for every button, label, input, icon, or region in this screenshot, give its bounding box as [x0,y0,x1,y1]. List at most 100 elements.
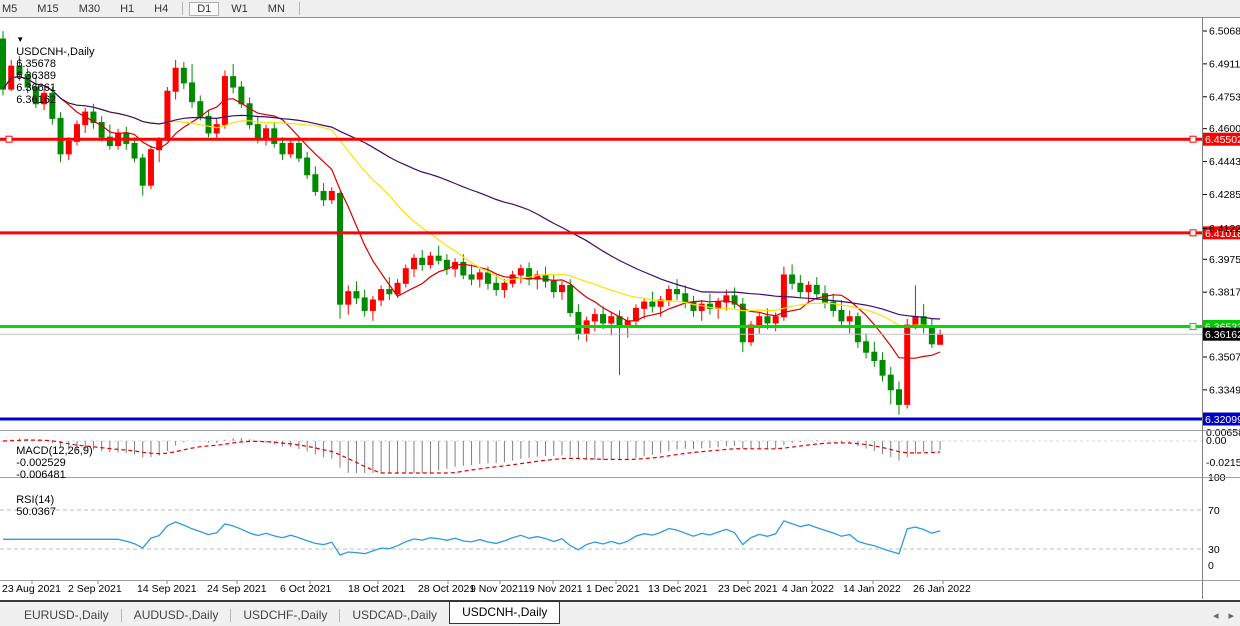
ohlc-low: 6.36661 [16,82,56,94]
candle-body [420,258,425,264]
price-tick-label: 6.38175 [1209,287,1240,299]
candle-body [379,290,384,300]
chart-title: ▼ USDCNH-,Daily 6.35678 6.36389 6.36661 … [4,22,94,118]
chart-canvas[interactable]: 6.455026.410186.365336.361626.320996.506… [0,0,1240,626]
timeframe-button-m5[interactable]: M5 [0,2,25,16]
timeframe-button-h4[interactable]: H4 [146,2,176,16]
candle-body [814,285,819,293]
timeframe-toolbar: M5 M15 M30 H1 H4 D1 W1 MN [0,0,1240,18]
tab-scroll-right-icon[interactable]: ▸ [1228,609,1234,622]
price-tick-label: 6.33495 [1209,384,1240,396]
candle-body [181,68,186,83]
candle-body [790,275,795,283]
candle-body [592,315,597,321]
candle-body [280,143,285,153]
ohlc-high: 6.36389 [16,70,56,82]
timeframe-button-mn[interactable]: MN [260,2,293,16]
candle-body [354,292,359,298]
candle-body [773,317,778,323]
timeframe-button-m15[interactable]: M15 [29,2,66,16]
candle-body [58,118,63,153]
date-label: 18 Oct 2021 [348,583,405,595]
candle-body [633,308,638,321]
candle-body [847,317,852,321]
candle-body [165,91,170,139]
candle-body [190,83,195,102]
resistance-line-upper-label: 6.45502 [1205,134,1240,146]
candle-body [642,302,647,308]
chart-tab-bar: EURUSD-,DailyAUDUSD-,DailyUSDCHF-,DailyU… [0,600,1240,626]
candle-body [864,342,869,352]
chart-tab-usdcnh[interactable]: USDCNH-,Daily [449,601,560,624]
candle-body [395,283,400,293]
candle-body [666,290,671,300]
chart-tab-audusd[interactable]: AUDUSD-,Daily [122,606,231,624]
chart-background [0,17,1240,600]
macd-axis-label: -0.02159 [1206,457,1240,469]
price-tick-label: 6.44430 [1209,156,1240,168]
price-tick-label: 6.39750 [1209,254,1240,266]
candle-body [691,302,696,310]
toolbar-separator [299,2,300,15]
candle-body [140,158,145,185]
support-line-green-right-handle[interactable] [1190,323,1196,329]
price-tick-label: 6.50685 [1209,26,1240,38]
candle-body [905,325,910,404]
candle-body [477,273,482,279]
candle-body [313,175,318,192]
candle-body [781,275,786,317]
date-label: 28 Oct 2021 [418,583,475,595]
candle-body [469,275,474,279]
date-label: 23 Dec 2021 [718,583,778,595]
candle-body [938,334,943,344]
timeframe-button-h1[interactable]: H1 [112,2,142,16]
candle-body [880,361,885,376]
symbol-name: USDCNH-,Daily [16,46,94,58]
candle-body [518,269,523,275]
candle-body [502,283,507,289]
rsi-value: 50.0367 [16,506,56,518]
current-price-line-label: 6.36162 [1205,329,1240,341]
candle-body [132,143,137,158]
macd-value-2: -0.006481 [16,469,66,481]
symbol-dropdown-icon[interactable]: ▼ [16,35,24,44]
timeframe-button-d1[interactable]: D1 [189,2,219,16]
candle-body [559,285,564,291]
candle-body [872,352,877,360]
rsi-axis-label: 70 [1208,505,1220,517]
date-label: 9 Nov 2021 [470,583,524,595]
ohlc-open: 6.35678 [16,58,56,70]
candle-body [913,317,918,325]
chart-tab-eurusd[interactable]: EURUSD-,Daily [12,606,121,624]
candle-body [403,269,408,284]
date-label: 23 Aug 2021 [2,583,61,595]
candle-body [428,256,433,264]
resistance-line-lower-right-handle[interactable] [1190,230,1196,236]
rsi-name: RSI(14) [16,494,54,506]
toolbar-separator [182,2,183,15]
price-tick-label: 6.42855 [1209,189,1240,201]
candle-body [231,77,236,87]
candle-body [329,191,334,199]
price-tick-label: 6.46005 [1209,123,1240,135]
candle-body [272,129,277,144]
timeframe-button-w1[interactable]: W1 [223,2,256,16]
resistance-line-upper-right-handle[interactable] [1190,136,1196,142]
chart-tab-usdchf[interactable]: USDCHF-,Daily [231,606,339,624]
candle-body [362,298,367,311]
date-label: 4 Jan 2022 [782,583,834,595]
candle-body [798,283,803,291]
chart-tab-usdcad[interactable]: USDCAD-,Daily [340,606,449,624]
rsi-label: RSI(14) 50.0367 [4,482,56,530]
candle-body [765,317,770,323]
candle-body [296,143,301,158]
tab-scroll-left-icon[interactable]: ◂ [1213,609,1219,622]
timeframe-button-m30[interactable]: M30 [71,2,108,16]
candle-body [855,317,860,342]
candle-body [757,317,762,325]
candle-body [206,116,211,133]
resistance-line-upper-left-handle[interactable] [6,136,12,142]
date-label: 19 Nov 2021 [523,583,583,595]
candle-body [173,68,178,91]
rsi-axis-label: 30 [1208,544,1220,556]
